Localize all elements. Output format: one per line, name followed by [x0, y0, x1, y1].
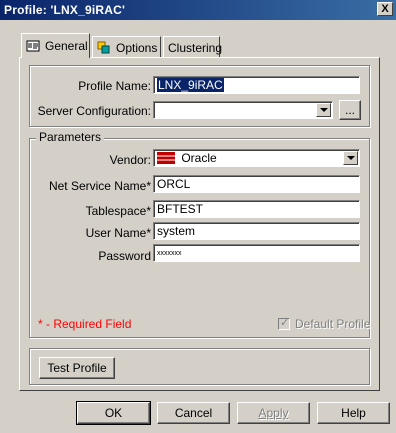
title-bar: Profile: 'LNX_9iRAC' X	[0, 0, 396, 20]
apply-button[interactable]: Apply	[237, 402, 310, 424]
close-icon: X	[381, 3, 389, 15]
password-label: Password	[98, 249, 151, 263]
tab-clustering-label: Clustering	[168, 40, 223, 55]
parameters-legend: Parameters	[36, 130, 105, 144]
user-name-label: User Name*	[85, 226, 151, 240]
help-button[interactable]: Help	[317, 402, 390, 424]
password-field[interactable]: xxxxxxx	[153, 244, 360, 262]
vendor-select[interactable]: Oracle	[153, 149, 360, 167]
oracle-icon	[157, 152, 175, 166]
chevron-down-icon[interactable]	[343, 151, 358, 165]
user-name-field[interactable]: system	[153, 222, 360, 240]
net-service-field[interactable]: ORCL	[153, 175, 360, 193]
test-profile-button[interactable]: Test Profile	[39, 357, 115, 379]
vendor-label: Vendor:	[109, 153, 151, 167]
required-note: * - Required Field	[38, 317, 132, 331]
server-config-select[interactable]	[153, 101, 333, 119]
tab-general-label: General	[45, 39, 88, 53]
tablespace-field[interactable]: BFTEST	[153, 200, 360, 218]
cancel-button[interactable]: Cancel	[157, 402, 230, 424]
window-title: Profile: 'LNX_9iRAC'	[4, 3, 126, 17]
profile-icon	[26, 39, 40, 53]
default-profile-label: Default Profile	[295, 317, 371, 331]
tab-clustering[interactable]: Clustering	[163, 36, 223, 58]
profile-name-label: Profile Name:	[78, 79, 151, 93]
tab-options-label: Options	[116, 40, 158, 55]
tab-options[interactable]: Options	[92, 36, 161, 58]
chevron-down-icon[interactable]	[316, 103, 331, 117]
browse-button[interactable]: ...	[339, 100, 361, 120]
tab-general[interactable]: General	[21, 33, 90, 58]
tablespace-label: Tablespace*	[85, 204, 151, 218]
default-profile-checkbox[interactable]	[278, 316, 290, 330]
close-button[interactable]: X	[377, 2, 393, 16]
options-icon	[97, 41, 111, 55]
server-config-label: Server Configuration:	[37, 104, 151, 118]
net-service-label: Net Service Name*	[48, 179, 151, 193]
profile-name-field[interactable]: LNX_9iRAC	[153, 76, 360, 94]
ok-button[interactable]: OK	[76, 401, 151, 425]
